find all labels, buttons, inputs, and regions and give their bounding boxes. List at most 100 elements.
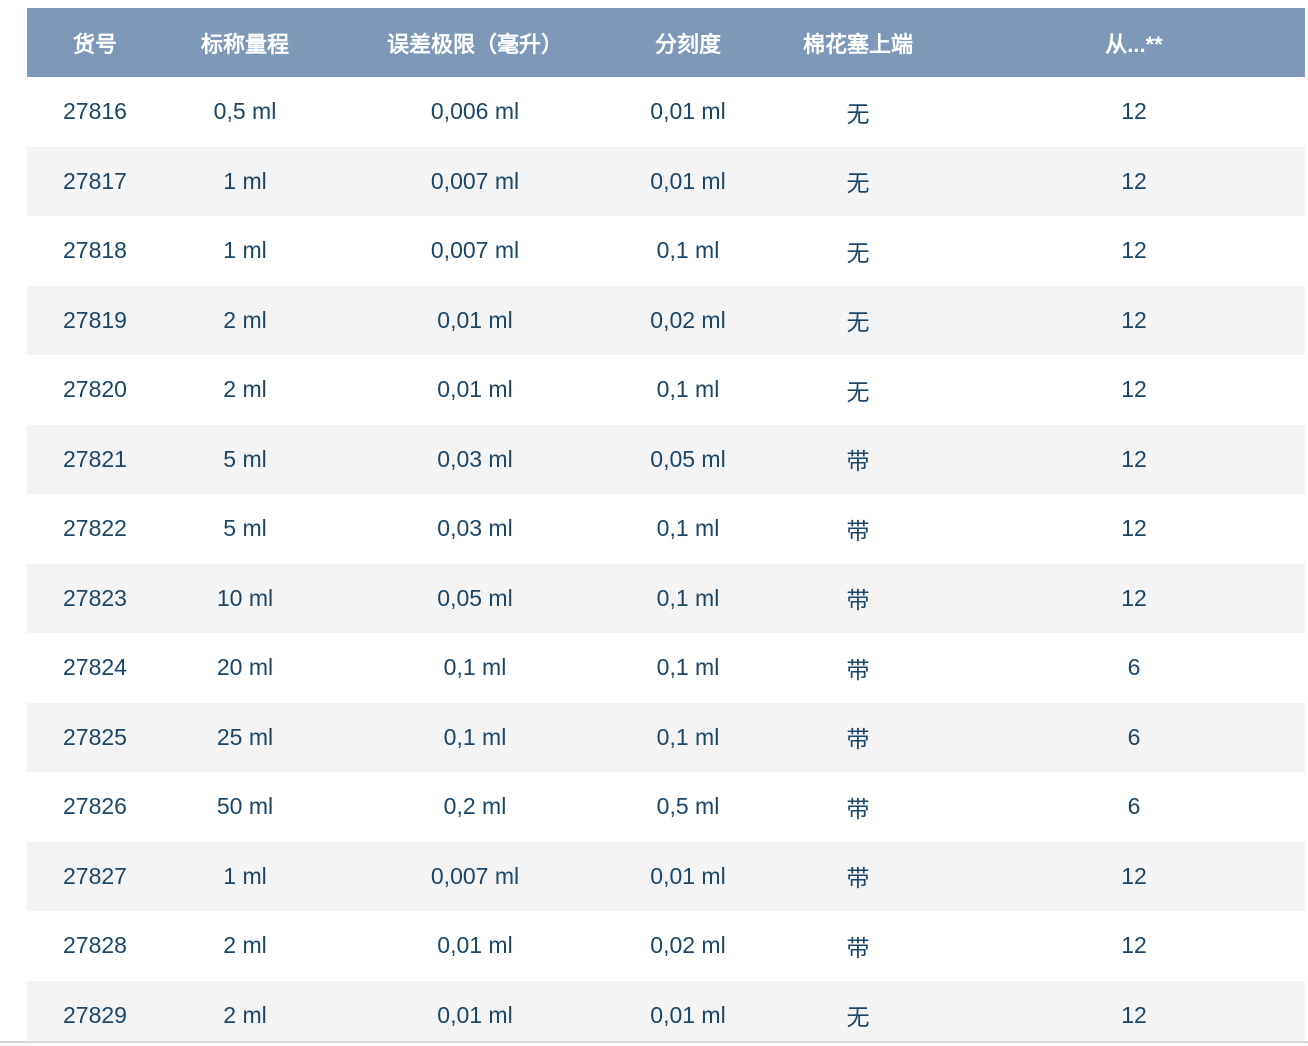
cell-cotton-plug-top: 带	[753, 703, 963, 773]
cell-error-limit: 0,006 ml	[327, 77, 623, 147]
cell-graduation: 0,01 ml	[623, 77, 753, 147]
cell-error-limit: 0,2 ml	[327, 772, 623, 842]
cell-pack-qty: 12	[963, 911, 1305, 981]
cell-cotton-plug-top: 带	[753, 494, 963, 564]
table-row: 27821 5 ml 0,03 ml 0,05 ml 带 12	[27, 425, 1305, 495]
cell-item-number: 27828	[27, 911, 163, 981]
table-row: 27828 2 ml 0,01 ml 0,02 ml 带 12	[27, 911, 1305, 981]
cell-nominal-range: 5 ml	[163, 425, 327, 495]
cell-graduation: 0,05 ml	[623, 425, 753, 495]
cell-graduation: 0,1 ml	[623, 633, 753, 703]
cell-cotton-plug-top: 带	[753, 772, 963, 842]
cell-error-limit: 0,05 ml	[327, 564, 623, 634]
cell-item-number: 27829	[27, 981, 163, 1042]
column-header-nominal-range: 标称量程	[163, 8, 327, 77]
column-header-graduation: 分刻度	[623, 8, 753, 77]
column-header-pack-qty: 从...**	[963, 8, 1305, 77]
cell-item-number: 27824	[27, 633, 163, 703]
cell-error-limit: 0,01 ml	[327, 355, 623, 425]
column-header-cotton-plug-top: 棉花塞上端	[753, 8, 963, 77]
cell-cotton-plug-top: 带	[753, 842, 963, 912]
cell-error-limit: 0,01 ml	[327, 286, 623, 356]
cell-item-number: 27822	[27, 494, 163, 564]
cell-pack-qty: 6	[963, 772, 1305, 842]
cell-pack-qty: 12	[963, 981, 1305, 1042]
cell-pack-qty: 12	[963, 355, 1305, 425]
cell-cotton-plug-top: 无	[753, 355, 963, 425]
table-row: 27825 25 ml 0,1 ml 0,1 ml 带 6	[27, 703, 1305, 773]
table-row: 27823 10 ml 0,05 ml 0,1 ml 带 12	[27, 564, 1305, 634]
cell-error-limit: 0,007 ml	[327, 147, 623, 217]
cell-pack-qty: 12	[963, 286, 1305, 356]
cell-cotton-plug-top: 无	[753, 216, 963, 286]
table-row: 27819 2 ml 0,01 ml 0,02 ml 无 12	[27, 286, 1305, 356]
cell-item-number: 27827	[27, 842, 163, 912]
cell-nominal-range: 0,5 ml	[163, 77, 327, 147]
table-row: 27817 1 ml 0,007 ml 0,01 ml 无 12	[27, 147, 1305, 217]
cell-graduation: 0,01 ml	[623, 147, 753, 217]
table-row: 27822 5 ml 0,03 ml 0,1 ml 带 12	[27, 494, 1305, 564]
cell-cotton-plug-top: 带	[753, 911, 963, 981]
cell-item-number: 27816	[27, 77, 163, 147]
cell-error-limit: 0,1 ml	[327, 633, 623, 703]
cell-graduation: 0,1 ml	[623, 216, 753, 286]
cell-item-number: 27820	[27, 355, 163, 425]
cell-item-number: 27819	[27, 286, 163, 356]
cell-pack-qty: 12	[963, 425, 1305, 495]
cell-item-number: 27817	[27, 147, 163, 217]
column-header-item-number: 货号	[27, 8, 163, 77]
cell-cotton-plug-top: 无	[753, 286, 963, 356]
cell-error-limit: 0,007 ml	[327, 216, 623, 286]
cell-pack-qty: 12	[963, 216, 1305, 286]
cell-nominal-range: 2 ml	[163, 286, 327, 356]
cell-nominal-range: 20 ml	[163, 633, 327, 703]
cell-pack-qty: 6	[963, 703, 1305, 773]
cell-item-number: 27823	[27, 564, 163, 634]
cell-nominal-range: 2 ml	[163, 355, 327, 425]
cell-nominal-range: 25 ml	[163, 703, 327, 773]
cell-cotton-plug-top: 带	[753, 564, 963, 634]
cell-cotton-plug-top: 带	[753, 425, 963, 495]
cell-graduation: 0,1 ml	[623, 703, 753, 773]
cell-error-limit: 0,03 ml	[327, 494, 623, 564]
table-body: 27816 0,5 ml 0,006 ml 0,01 ml 无 12 27817…	[27, 77, 1305, 1041]
table-header-row: 货号 标称量程 误差极限（毫升） 分刻度 棉花塞上端 从...**	[27, 8, 1305, 77]
table-row: 27826 50 ml 0,2 ml 0,5 ml 带 6	[27, 772, 1305, 842]
cell-nominal-range: 2 ml	[163, 911, 327, 981]
cell-graduation: 0,01 ml	[623, 842, 753, 912]
table-row: 27829 2 ml 0,01 ml 0,01 ml 无 12	[27, 981, 1305, 1042]
cell-nominal-range: 2 ml	[163, 981, 327, 1042]
cell-pack-qty: 6	[963, 633, 1305, 703]
cell-graduation: 0,1 ml	[623, 355, 753, 425]
cell-nominal-range: 10 ml	[163, 564, 327, 634]
cell-nominal-range: 1 ml	[163, 147, 327, 217]
cell-nominal-range: 50 ml	[163, 772, 327, 842]
cell-item-number: 27826	[27, 772, 163, 842]
cell-graduation: 0,02 ml	[623, 911, 753, 981]
cell-item-number: 27821	[27, 425, 163, 495]
cell-pack-qty: 12	[963, 147, 1305, 217]
product-spec-table-container: 货号 标称量程 误差极限（毫升） 分刻度 棉花塞上端 从...** 27816 …	[27, 8, 1305, 1041]
cell-cotton-plug-top: 无	[753, 981, 963, 1042]
cell-error-limit: 0,1 ml	[327, 703, 623, 773]
cell-nominal-range: 1 ml	[163, 842, 327, 912]
cell-pack-qty: 12	[963, 564, 1305, 634]
table-row: 27824 20 ml 0,1 ml 0,1 ml 带 6	[27, 633, 1305, 703]
cell-graduation: 0,1 ml	[623, 494, 753, 564]
cell-graduation: 0,02 ml	[623, 286, 753, 356]
product-spec-table: 货号 标称量程 误差极限（毫升） 分刻度 棉花塞上端 从...** 27816 …	[27, 8, 1305, 1041]
cell-nominal-range: 1 ml	[163, 216, 327, 286]
cell-item-number: 27818	[27, 216, 163, 286]
table-row: 27818 1 ml 0,007 ml 0,1 ml 无 12	[27, 216, 1305, 286]
table-row: 27820 2 ml 0,01 ml 0,1 ml 无 12	[27, 355, 1305, 425]
cell-error-limit: 0,03 ml	[327, 425, 623, 495]
cell-error-limit: 0,01 ml	[327, 911, 623, 981]
cell-cotton-plug-top: 带	[753, 633, 963, 703]
cell-error-limit: 0,01 ml	[327, 981, 623, 1042]
column-header-error-limit: 误差极限（毫升）	[327, 8, 623, 77]
table-row: 27816 0,5 ml 0,006 ml 0,01 ml 无 12	[27, 77, 1305, 147]
cell-graduation: 0,5 ml	[623, 772, 753, 842]
table-row: 27827 1 ml 0,007 ml 0,01 ml 带 12	[27, 842, 1305, 912]
cell-graduation: 0,1 ml	[623, 564, 753, 634]
cell-error-limit: 0,007 ml	[327, 842, 623, 912]
